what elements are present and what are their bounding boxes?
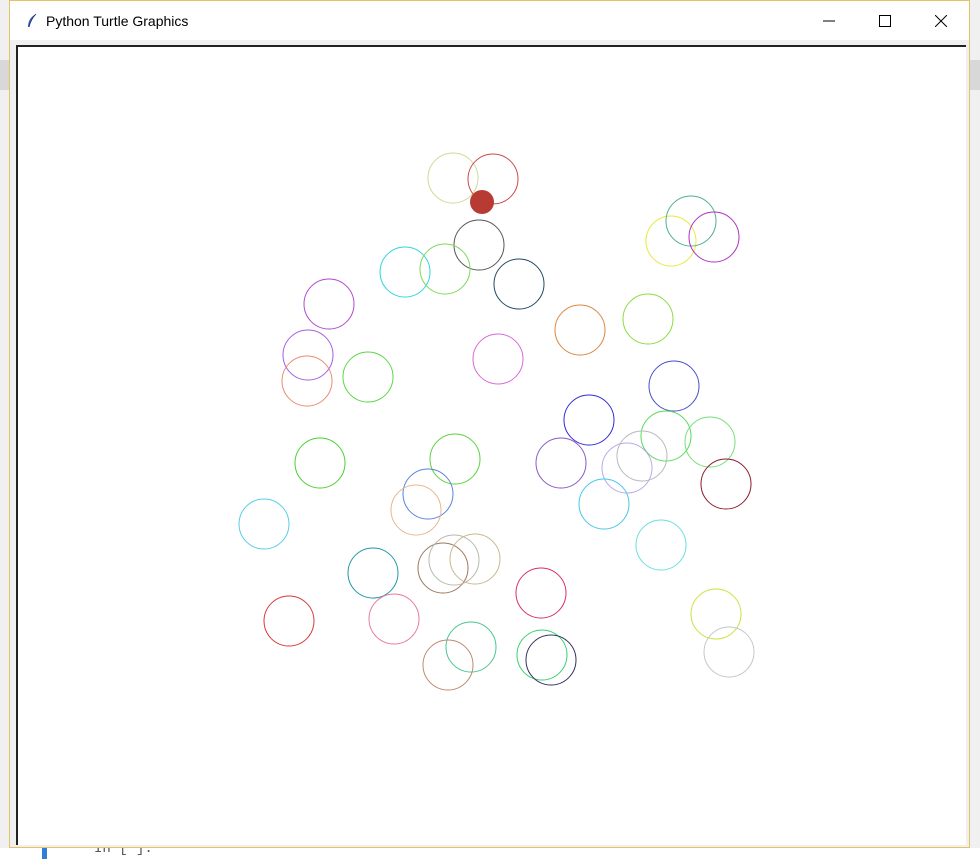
drawn-circle [402,468,454,520]
turtle-canvas[interactable] [16,45,966,845]
drawn-circle [238,498,290,550]
drawn-circle [453,219,505,271]
drawn-circle [472,333,524,385]
drawn-circle [428,534,480,586]
drawn-circle [554,304,606,356]
maximize-icon [879,14,891,27]
feather-icon [24,13,40,29]
window-title: Python Turtle Graphics [46,12,189,29]
drawn-circle [419,243,471,295]
close-icon [935,14,947,27]
background-window-edge-right [970,60,980,90]
drawn-circle [282,329,334,381]
drawn-circle [535,437,587,489]
drawn-circle [563,394,615,446]
drawn-circle [427,152,479,204]
drawn-circle [601,442,653,494]
title-bar[interactable]: Python Turtle Graphics [10,1,969,40]
turtle-drawing [238,152,755,691]
drawn-circle [449,533,501,585]
minimize-button[interactable] [801,1,857,40]
drawn-circle [379,246,431,298]
drawn-circle [493,258,545,310]
background-window-edge-left [0,60,9,90]
drawn-circle [263,595,315,647]
turtle-window: Python Turtle Graphics [9,0,970,848]
drawn-circle [303,278,355,330]
drawn-circle [648,360,700,412]
drawn-circle [700,458,752,510]
drawn-circle [640,410,692,462]
drawn-circle [703,626,755,678]
drawn-circle [578,478,630,530]
close-button[interactable] [913,1,969,40]
minimize-icon [823,15,835,27]
drawn-circle [688,211,740,263]
drawn-circle [690,588,742,640]
drawn-circle [635,519,687,571]
drawn-circle [422,639,474,691]
drawn-circle [390,484,442,536]
drawn-circle [368,593,420,645]
drawn-circle [342,351,394,403]
drawn-circle [525,634,577,686]
drawn-circle [622,293,674,345]
drawn-circle [445,621,497,673]
drawn-circle [665,195,717,247]
drawn-circle [347,547,399,599]
background-cell-marker [42,848,47,859]
drawn-circle [515,567,567,619]
drawn-circle [417,542,469,594]
drawn-circle [294,437,346,489]
turtle-cursor [470,190,494,214]
drawn-circle [616,430,668,482]
drawn-circle [645,215,697,267]
drawn-circle [281,355,333,407]
drawn-circle [516,629,568,681]
drawn-circle [429,433,481,485]
maximize-button[interactable] [857,1,913,40]
window-controls [801,1,969,40]
